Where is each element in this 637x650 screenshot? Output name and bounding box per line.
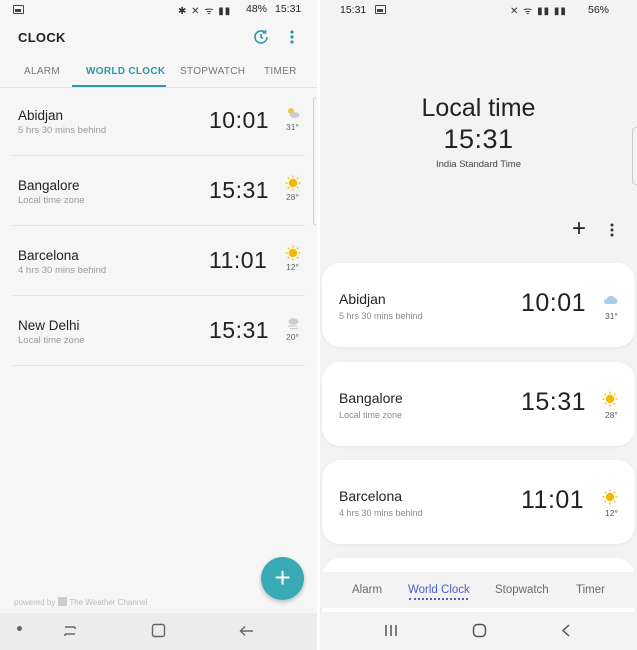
tab-stopwatch[interactable]: Stopwatch <box>495 584 549 596</box>
system-status-icons: ✕ ᯤ ▮▮ ▮▮ <box>510 6 567 17</box>
haze-icon <box>285 315 301 331</box>
city-time-difference: 4 hrs 30 mins behind <box>18 265 107 276</box>
tab-stopwatch[interactable]: STOPWATCH <box>180 66 245 77</box>
city-card-abidjan[interactable]: Abidjan 5 hrs 30 mins behind 10:01 31° <box>322 263 635 347</box>
system-navigation-bar <box>320 612 637 650</box>
tab-alarm[interactable]: ALARM <box>24 66 60 77</box>
right-screen: 15:31 ✕ ᯤ ▮▮ ▮▮ 56% Local time 15:31 Ind… <box>320 0 637 650</box>
city-time-difference: 4 hrs 30 mins behind <box>339 508 423 518</box>
city-time: 15:31 <box>209 177 270 203</box>
add-city-button[interactable]: + <box>570 217 588 241</box>
status-time: 15:31 <box>275 3 302 15</box>
sun-icon <box>285 175 301 191</box>
active-tab-indicator <box>409 598 468 600</box>
nav-dot-icon <box>17 626 22 631</box>
cloud-sun-icon <box>285 105 301 121</box>
city-time-difference: 5 hrs 30 mins behind <box>339 311 423 321</box>
city-time: 10:01 <box>209 107 270 133</box>
city-name: Barcelona <box>18 248 79 263</box>
app-bar: CLOCK <box>0 22 317 56</box>
city-row-bangalore[interactable]: Bangalore Local time zone 15:31 28° <box>12 156 305 226</box>
city-temperature: 31° <box>286 122 299 132</box>
city-temperature: 31° <box>605 311 618 321</box>
weather-channel-logo-icon <box>58 597 68 606</box>
tab-bar: ALARM WORLD CLOCK STOPWATCH TIMER <box>0 60 317 88</box>
city-time: 10:01 <box>521 289 587 317</box>
more-options-icon[interactable] <box>605 221 619 239</box>
city-time: 11:01 <box>209 247 268 273</box>
city-temperature: 28° <box>605 410 618 420</box>
city-name: Barcelona <box>339 488 403 504</box>
city-temperature: 20° <box>286 332 299 342</box>
city-name: Abidjan <box>339 291 386 307</box>
bottom-tab-bar: Alarm World Clock Stopwatch Timer <box>320 572 637 608</box>
sun-icon <box>285 245 301 261</box>
tab-world-clock[interactable]: WORLD CLOCK <box>86 66 165 77</box>
weather-brand-text: The Weather Channel <box>69 598 148 607</box>
more-options-icon[interactable] <box>285 28 299 46</box>
city-temperature: 28° <box>286 192 299 202</box>
city-card-barcelona[interactable]: Barcelona 4 hrs 30 mins behind 11:01 12° <box>322 460 635 544</box>
local-time-title: Local time <box>421 94 536 122</box>
system-status-icons: ✱ ✕ ᯤ ▮▮ <box>178 6 232 17</box>
app-title: CLOCK <box>18 30 66 45</box>
recent-apps-icon[interactable] <box>384 624 398 637</box>
city-time-difference: Local time zone <box>18 335 85 346</box>
city-name: Bangalore <box>18 178 80 193</box>
city-row-abidjan[interactable]: Abidjan 5 hrs 30 mins behind 10:01 31° <box>12 86 305 156</box>
city-name: New Delhi <box>18 318 80 333</box>
city-temperature: 12° <box>286 262 299 272</box>
status-time: 15:31 <box>340 4 367 16</box>
recent-apps-icon[interactable] <box>62 624 78 638</box>
city-time-difference: Local time zone <box>18 195 85 206</box>
home-icon[interactable] <box>472 623 487 638</box>
city-time-difference: 5 hrs 30 mins behind <box>18 125 107 136</box>
city-row-new-delhi[interactable]: New Delhi Local time zone 15:31 20° <box>12 296 305 366</box>
city-time: 15:31 <box>209 317 270 343</box>
city-name: Bangalore <box>339 390 403 406</box>
city-row-barcelona[interactable]: Barcelona 4 hrs 30 mins behind 11:01 12° <box>12 226 305 296</box>
sun-icon <box>602 391 618 407</box>
add-city-button[interactable]: + <box>261 557 304 600</box>
left-screen: ✱ ✕ ᯤ ▮▮ 48% 15:31 CLOCK ALARM WORLD CLO… <box>0 0 317 650</box>
city-name: Abidjan <box>18 108 64 123</box>
local-time-value: 15:31 <box>443 124 514 154</box>
back-icon[interactable] <box>561 624 571 637</box>
edge-panel-handle[interactable] <box>632 127 637 185</box>
home-icon[interactable] <box>151 623 166 638</box>
cloud-icon <box>602 292 618 308</box>
image-notification-icon <box>375 5 386 14</box>
local-time-zone: India Standard Time <box>435 159 522 170</box>
tab-world-clock[interactable]: World Clock <box>408 584 470 596</box>
powered-by-footer: powered by The Weather Channel <box>14 597 147 607</box>
system-navigation-bar <box>0 613 317 650</box>
world-clock-list: Abidjan 5 hrs 30 mins behind 10:01 31° B… <box>0 86 317 366</box>
city-time: 11:01 <box>521 486 585 514</box>
city-time: 15:31 <box>521 388 587 416</box>
back-icon[interactable] <box>239 624 255 638</box>
city-time-difference: Local time zone <box>339 410 403 420</box>
tab-alarm[interactable]: Alarm <box>352 584 382 596</box>
powered-by-text: powered by <box>14 598 56 607</box>
battery-level: 48% <box>246 3 268 15</box>
tab-timer[interactable]: Timer <box>576 584 605 596</box>
image-notification-icon <box>13 5 24 14</box>
battery-level: 56% <box>588 4 610 16</box>
time-sync-icon[interactable] <box>252 28 270 46</box>
city-card-bangalore[interactable]: Bangalore Local time zone 15:31 28° <box>322 362 635 446</box>
scroll-edge-handle[interactable] <box>313 97 316 225</box>
status-bar: 15:31 ✕ ᯤ ▮▮ ▮▮ 56% <box>320 0 637 20</box>
tab-timer[interactable]: TIMER <box>264 66 297 77</box>
sun-icon <box>602 489 618 505</box>
city-temperature: 12° <box>605 508 618 518</box>
status-bar: ✱ ✕ ᯤ ▮▮ 48% 15:31 <box>0 0 317 20</box>
